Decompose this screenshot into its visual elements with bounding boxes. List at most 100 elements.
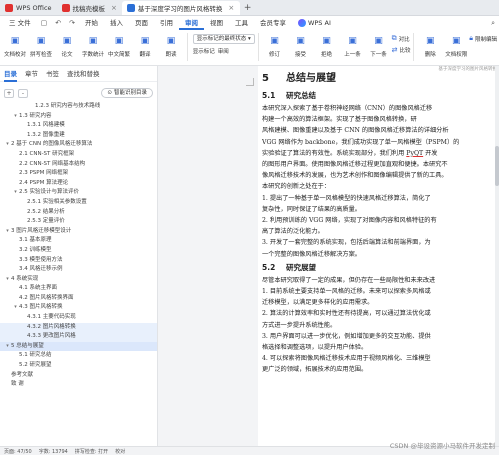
outline-item[interactable]: 1.2.3 研究内容与技术路线 [0, 102, 157, 112]
outline-item[interactable]: 2.5.3 定量评价 [0, 217, 157, 227]
outline-item[interactable]: ▾ 2 基于 CNN 的图像风格迁移算法 [0, 140, 157, 150]
chinese-convert-button[interactable]: ▣ 中文简繁 [106, 32, 132, 62]
show-markup-button[interactable]: 显示标记 [193, 47, 215, 55]
search-icon[interactable]: ⌕ [487, 19, 499, 28]
outline-item[interactable]: 1.3.1 风格建模 [0, 121, 157, 131]
review-pane-button[interactable]: 审阅 [218, 47, 229, 55]
save-icon[interactable]: ▢ [37, 19, 52, 27]
outline-item[interactable]: 4.3.3 更改图片风格 [0, 332, 157, 342]
outline-item[interactable]: 1.3.2 图像重建 [0, 131, 157, 141]
vertical-scrollbar[interactable] [495, 66, 499, 446]
spellcheck-button[interactable]: ▣ 拼写检查 [28, 32, 54, 62]
reject-button[interactable]: ▣ 拒绝 [314, 32, 340, 62]
delete-button[interactable]: ▣ 删除 [417, 32, 443, 62]
chevron-down-icon[interactable]: ▾ [12, 112, 19, 122]
chevron-down-icon[interactable]: ▾ [12, 188, 19, 198]
new-tab-button[interactable]: + [240, 1, 256, 15]
chevron-down-icon[interactable]: ▾ [4, 275, 11, 285]
wordcount-button[interactable]: ▣ 字数统计 [80, 32, 106, 62]
outline-item-label: 2.2 CNN-ST 网络基本结构 [19, 160, 86, 167]
outline-item-label: 2.5.2 结果分析 [27, 208, 65, 215]
outline-item[interactable]: 致 谢 [0, 380, 157, 390]
compare-button[interactable]: ⧉ 对比 [392, 34, 411, 43]
collapse-all-button[interactable]: - [18, 88, 28, 98]
menu-item-4[interactable]: 审阅 [178, 16, 204, 30]
outline-item[interactable]: 2.4 PSPM 算法理论 [0, 179, 157, 189]
document-area[interactable]: 基于深度学习的图片风格转换 5 总结与展望 5.1 研究总结 本研究深入探索了基于卷… [158, 66, 499, 446]
outline-item[interactable]: 4.3.1 主要代码实现 [0, 313, 157, 323]
outline-item[interactable]: 2.5.1 实验相关参数设置 [0, 198, 157, 208]
outline-item[interactable]: 4.1 系统主界面 [0, 284, 157, 294]
outline-item[interactable]: 3.2 训练模型 [0, 246, 157, 256]
document-page[interactable]: 基于深度学习的图片风格转换 5 总结与展望 5.1 研究总结 本研究深入探索了基于卷… [258, 66, 499, 446]
title-tab[interactable]: 找稿壳模板 × [57, 1, 122, 15]
outline-item[interactable]: 5.2 研究展望 [0, 361, 157, 371]
menu-item-6[interactable]: 工具 [229, 16, 254, 30]
redo-icon[interactable]: ↷ [65, 19, 79, 27]
menu-item-5[interactable]: 视图 [204, 16, 229, 30]
restrict-edit-button[interactable]: 🔒︎ 限制编辑 [469, 34, 497, 43]
track-changes-button[interactable]: ▣ 修订 [262, 32, 288, 62]
outline-item[interactable]: ▾ 2.5 实验设计与算法评价 [0, 188, 157, 198]
paper-icon: ▣ [62, 35, 72, 46]
word-count[interactable]: 字数: 13794 [39, 448, 68, 455]
menu-item-0[interactable]: 开始 [79, 16, 104, 30]
nav-tab-0[interactable]: 目录 [4, 66, 17, 82]
menu-item-2[interactable]: 页面 [129, 16, 154, 30]
chevron-down-icon[interactable]: ▾ [4, 227, 11, 237]
outline-item[interactable]: ▾ 5 总结与展望 [0, 341, 157, 352]
smart-toc-button[interactable]: ⊙ 智能识别目录 [101, 88, 153, 98]
restrict-group: 🔒︎ 限制编辑 [469, 32, 497, 43]
close-icon[interactable]: × [228, 4, 234, 12]
outline-item[interactable]: 4.2 图片风格转换界面 [0, 294, 157, 304]
document-content[interactable]: 5 总结与展望 5.1 研究总结 本研究深入探索了基于卷积神经网络（CNN）的图像风… [262, 70, 499, 376]
chevron-down-icon[interactable]: ▾ [12, 303, 19, 313]
chevron-down-icon[interactable]: ▾ [4, 342, 11, 352]
outline-item[interactable]: ▾ 3 图片风格迁移模型设计 [0, 227, 157, 237]
outline-item[interactable]: 2.2 CNN-ST 网络基本结构 [0, 160, 157, 170]
display-mode-select[interactable]: 显示标记的最终状态 ▾ [192, 34, 255, 44]
nav-tab-2[interactable]: 书签 [46, 66, 59, 82]
track-changes-icon: ▣ [270, 35, 279, 46]
menu-item-1[interactable]: 插入 [104, 16, 129, 30]
prev-button[interactable]: ▣ 上一条 [340, 32, 366, 62]
paragraph-line: 1. 目前系统主要支持单一风格的迁移。未来可以探索多风格或 [262, 288, 431, 296]
permission-button[interactable]: ▣ 文档权限 [443, 32, 469, 62]
menu-item-3[interactable]: 引用 [154, 16, 179, 30]
diff-button[interactable]: ⇄ 比较 [392, 46, 411, 54]
outline-item[interactable]: 3.1 基本原理 [0, 236, 157, 246]
title-tab[interactable]: 基于深度学习的图片风格转换 × [121, 1, 240, 15]
outline-item[interactable]: 5.1 研究总结 [0, 351, 157, 361]
expand-all-button[interactable]: + [4, 88, 14, 98]
proofread-button[interactable]: ▣ 文档校对 [2, 32, 28, 62]
close-icon[interactable]: × [111, 4, 117, 12]
outline-item[interactable]: ▾ 4 系统实现 [0, 275, 157, 285]
outline-item[interactable]: 参考文献 [0, 371, 157, 381]
outline-item[interactable]: ▾ 1.3 研究内容 [0, 112, 157, 122]
proof-status[interactable]: 校对 [115, 448, 125, 455]
outline-item[interactable]: ▾ 4.3 图片风格转换 [0, 303, 157, 313]
spell-check-status[interactable]: 拼写检查: 打开 [75, 448, 108, 455]
file-menu[interactable]: 三 文件 [3, 16, 37, 30]
translate-button[interactable]: ▣ 翻译 [132, 32, 158, 62]
wps-ai-button[interactable]: WPS AI [292, 19, 337, 27]
menu-item-7[interactable]: 会员专享 [254, 16, 292, 30]
next-button[interactable]: ▣ 下一条 [366, 32, 392, 62]
outline-item[interactable]: 4.3.2 图片风格转换 [0, 322, 157, 333]
scrollbar-thumb[interactable] [495, 146, 499, 186]
outline-item[interactable]: 2.1 CNN-ST 研究框架 [0, 150, 157, 160]
nav-tab-1[interactable]: 章节 [25, 66, 38, 82]
outline-item[interactable]: 3.3 模型使用方法 [0, 256, 157, 266]
outline-item[interactable]: 3.4 风格迁移示例 [0, 265, 157, 275]
pyqt-term: PyQT [406, 149, 424, 157]
outline-item[interactable]: 2.5.2 结果分析 [0, 208, 157, 218]
chevron-down-icon[interactable]: ▾ [4, 140, 11, 150]
undo-icon[interactable]: ↶ [51, 19, 65, 27]
outline-item[interactable]: 2.3 PSPM 网络框架 [0, 169, 157, 179]
page-count[interactable]: 页面: 47/50 [4, 448, 32, 455]
accept-button[interactable]: ▣ 接受 [288, 32, 314, 62]
nav-tab-3[interactable]: 查找和替换 [67, 66, 100, 82]
paper-button[interactable]: ▣ 论文 [54, 32, 80, 62]
read-aloud-button[interactable]: ▣ 朗读 [158, 32, 184, 62]
title-tab[interactable]: WPS Office [0, 1, 57, 15]
